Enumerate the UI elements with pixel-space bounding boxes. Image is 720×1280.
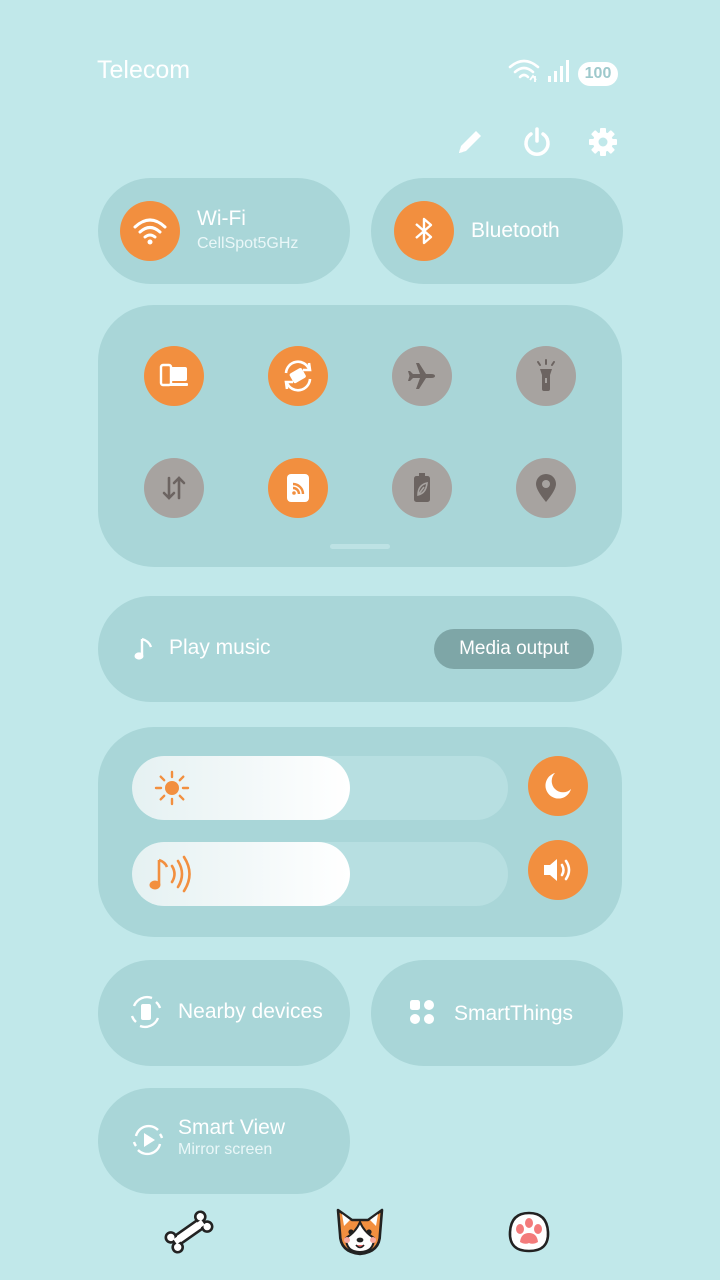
airplane-icon[interactable]	[392, 346, 452, 406]
wifi-toggle-icon[interactable]	[120, 201, 180, 261]
panel-handle[interactable]	[330, 544, 390, 549]
bone-icon[interactable]	[163, 1206, 215, 1263]
device-switch-icon[interactable]	[144, 346, 204, 406]
volume-note-icon	[147, 854, 197, 899]
play-music-label[interactable]: Play music	[169, 636, 271, 660]
mobile-data-icon[interactable]	[144, 458, 204, 518]
cast-icon[interactable]	[268, 458, 328, 518]
wifi-label: Wi-Fi	[197, 207, 246, 230]
music-note-icon	[133, 636, 155, 667]
bluetooth-label: Bluetooth	[471, 219, 560, 242]
bluetooth-icon[interactable]	[394, 201, 454, 261]
power-saving-icon[interactable]	[392, 458, 452, 518]
location-icon[interactable]	[516, 458, 576, 518]
nearby-devices-icon	[128, 994, 164, 1035]
wifi-network: CellSpot5GHz	[197, 235, 299, 252]
sound-mode-icon[interactable]	[528, 840, 588, 900]
quick-toggles-panel	[98, 305, 622, 567]
smartthings-icon	[408, 998, 436, 1031]
power-icon[interactable]	[517, 122, 557, 162]
corgi-face-icon[interactable]	[332, 1204, 388, 1265]
battery-icon: 100	[578, 61, 618, 86]
settings-icon[interactable]	[583, 122, 623, 162]
nearby-devices-label: Nearby devices	[178, 1000, 323, 1023]
paw-icon[interactable]	[505, 1208, 553, 1261]
smartthings-label: SmartThings	[454, 1002, 574, 1025]
edit-icon[interactable]	[450, 122, 490, 162]
wifi-icon	[508, 58, 540, 89]
smart-view-label: Smart View	[178, 1116, 285, 1139]
dark-mode-icon[interactable]	[528, 756, 588, 816]
status-icons: 100	[508, 58, 618, 89]
media-output-button[interactable]: Media output	[434, 629, 594, 669]
brightness-icon	[154, 770, 190, 811]
auto-rotate-icon[interactable]	[268, 346, 328, 406]
flashlight-icon[interactable]	[516, 346, 576, 406]
smart-view-icon	[130, 1122, 166, 1163]
signal-icon	[546, 58, 572, 89]
carrier-name: Telecom	[97, 56, 191, 84]
smart-view-sub: Mirror screen	[178, 1141, 273, 1158]
